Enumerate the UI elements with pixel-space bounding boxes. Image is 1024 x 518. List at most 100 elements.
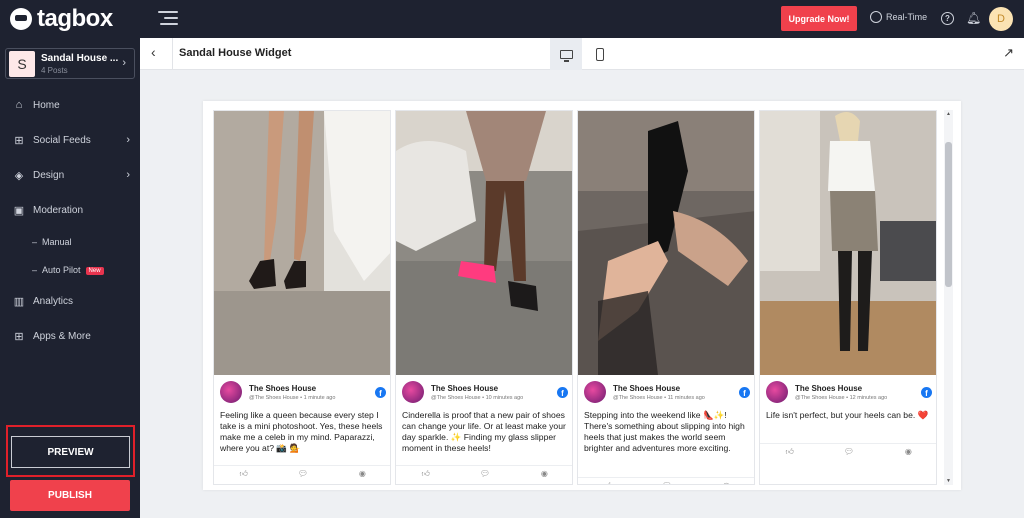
- mobile-icon: [596, 47, 604, 61]
- facebook-icon: f: [921, 387, 932, 398]
- post-time: 10 minutes ago: [485, 395, 524, 401]
- realtime-toggle[interactable]: Real-Time: [870, 11, 927, 23]
- chevron-right-icon: ›: [122, 57, 126, 69]
- home-icon: ⌂: [15, 99, 23, 111]
- post-text: Stepping into the weekend like 👠✨! There…: [584, 410, 745, 453]
- sidebar-item-label: Apps & More: [33, 330, 91, 342]
- author-avatar[interactable]: [584, 381, 606, 403]
- facebook-icon: f: [739, 387, 750, 398]
- brand-logo[interactable]: tagbox: [0, 0, 140, 38]
- feed-scrollbar[interactable]: ▲ ▼: [944, 110, 953, 485]
- chevron-right-icon: ›: [126, 169, 130, 181]
- author-handle: @The Shoes House: [795, 395, 845, 401]
- facebook-icon: f: [375, 387, 386, 398]
- comment-icon[interactable]: 💬︎: [273, 466, 332, 481]
- post-header: The Shoes House @The Shoes House • 1 min…: [214, 375, 390, 409]
- back-arrow-icon[interactable]: ‹: [151, 44, 156, 60]
- sidebar-item-social-feeds[interactable]: ⊞ Social Feeds ›: [0, 130, 140, 150]
- workspace-selector[interactable]: S Sandal House ... 4 Posts ›: [5, 48, 135, 79]
- palette-icon: ◈: [14, 169, 24, 182]
- view-icon[interactable]: ◉: [515, 466, 572, 481]
- apps-grid-icon: ⊞: [14, 330, 24, 343]
- post-header: The Shoes House @The Shoes House • 10 mi…: [396, 375, 572, 409]
- upgrade-button[interactable]: Upgrade Now!: [781, 6, 857, 31]
- like-icon[interactable]: 👍︎: [396, 466, 455, 481]
- sidebar-item-label: Home: [33, 99, 60, 111]
- author-avatar[interactable]: [766, 381, 788, 403]
- author-handle: @The Shoes House: [249, 395, 299, 401]
- author-handle: @The Shoes House: [431, 395, 481, 401]
- divider: [172, 38, 173, 70]
- sidebar-item-home[interactable]: ⌂ Home: [0, 95, 140, 115]
- realtime-label: Real-Time: [886, 12, 928, 22]
- sidebar-item-design[interactable]: ◈ Design ›: [0, 165, 140, 185]
- sidebar-subitem-manual[interactable]: – Manual: [0, 232, 140, 252]
- sidebar-subitem-auto-pilot[interactable]: – Auto Pilot New: [0, 260, 140, 280]
- add-feed-icon: ⊞: [14, 134, 24, 147]
- post-meta: @The Shoes House • 1 minute ago: [249, 395, 336, 401]
- post-image: [214, 111, 390, 375]
- post-time: 12 minutes ago: [849, 395, 888, 401]
- comment-icon[interactable]: 💬︎: [637, 478, 696, 484]
- user-avatar[interactable]: D: [989, 7, 1013, 31]
- expand-arrow-icon[interactable]: ↗: [1003, 45, 1014, 61]
- author-avatar[interactable]: [220, 381, 242, 403]
- dash-icon: –: [32, 237, 38, 247]
- sidebar-item-label: Social Feeds: [33, 134, 91, 146]
- clock-icon: [870, 11, 882, 23]
- author-name[interactable]: The Shoes House: [795, 384, 862, 393]
- post-text: Life isn't perfect, but your heels can b…: [766, 410, 929, 420]
- scroll-down-icon[interactable]: ▼: [945, 478, 952, 484]
- sidebar-item-analytics[interactable]: ▥ Analytics: [0, 291, 140, 311]
- help-icon[interactable]: ?: [941, 12, 954, 25]
- post-card[interactable]: The Shoes House @The Shoes House • 1 min…: [213, 110, 391, 485]
- sidebar-item-moderation[interactable]: ▣ Moderation: [0, 200, 140, 220]
- post-time: 1 minute ago: [303, 395, 336, 401]
- publish-button[interactable]: PUBLISH: [10, 480, 130, 511]
- view-icon[interactable]: ◉: [333, 466, 390, 481]
- app-root: tagbox S Sandal House ... 4 Posts › ⌂ Ho…: [0, 0, 1024, 518]
- comment-icon[interactable]: 💬︎: [819, 444, 878, 459]
- desktop-view-button[interactable]: [550, 38, 582, 70]
- post-card[interactable]: The Shoes House @The Shoes House • 11 mi…: [577, 110, 755, 485]
- author-handle: @The Shoes House: [613, 395, 663, 401]
- workspace-avatar: S: [9, 50, 35, 77]
- mobile-view-button[interactable]: [584, 38, 616, 70]
- workspace-name: Sandal House ...: [41, 52, 119, 64]
- post-actions: 👍︎ 💬︎ ◉: [578, 477, 754, 485]
- author-name[interactable]: The Shoes House: [249, 384, 316, 393]
- author-name[interactable]: The Shoes House: [613, 384, 680, 393]
- scroll-up-icon[interactable]: ▲: [945, 111, 952, 117]
- post-text: Feeling like a queen because every step …: [220, 410, 383, 453]
- view-icon[interactable]: ◉: [879, 444, 936, 459]
- like-icon[interactable]: 👍︎: [578, 478, 637, 485]
- widget-header: ‹ Sandal House Widget ↗: [140, 38, 1024, 70]
- author-avatar[interactable]: [402, 381, 424, 403]
- chevron-right-icon: ›: [126, 134, 130, 146]
- post-image: [578, 111, 754, 375]
- menu-toggle-icon[interactable]: [158, 11, 178, 25]
- post-card[interactable]: The Shoes House @The Shoes House • 10 mi…: [395, 110, 573, 485]
- desktop-icon: [559, 49, 573, 62]
- like-icon[interactable]: 👍︎: [760, 444, 819, 459]
- view-icon[interactable]: ◉: [697, 478, 754, 484]
- post-meta: @The Shoes House • 10 minutes ago: [431, 395, 524, 401]
- author-name[interactable]: The Shoes House: [431, 384, 498, 393]
- page-title: Sandal House Widget: [179, 47, 292, 59]
- post-image: [396, 111, 572, 375]
- scroll-thumb[interactable]: [945, 142, 952, 287]
- post-card[interactable]: The Shoes House @The Shoes House • 12 mi…: [759, 110, 937, 485]
- post-actions: 👍︎ 💬︎ ◉: [396, 465, 572, 481]
- comment-icon[interactable]: 💬︎: [455, 466, 514, 481]
- preview-button[interactable]: PREVIEW: [11, 436, 130, 468]
- preview-highlight: PREVIEW: [6, 425, 135, 477]
- post-actions: 👍︎ 💬︎ ◉: [214, 465, 390, 481]
- sidebar-item-apps-more[interactable]: ⊞ Apps & More: [0, 326, 140, 346]
- post-meta: @The Shoes House • 12 minutes ago: [795, 395, 888, 401]
- top-bar: Upgrade Now! Real-Time ? 🔔︎ D: [140, 0, 1024, 38]
- bell-icon[interactable]: 🔔︎: [966, 11, 981, 25]
- post-text: Cinderella is proof that a new pair of s…: [402, 410, 566, 453]
- like-icon[interactable]: 👍︎: [214, 466, 273, 481]
- post-actions: 👍︎ 💬︎ ◉: [760, 443, 936, 459]
- sidebar-item-label: Moderation: [33, 204, 84, 216]
